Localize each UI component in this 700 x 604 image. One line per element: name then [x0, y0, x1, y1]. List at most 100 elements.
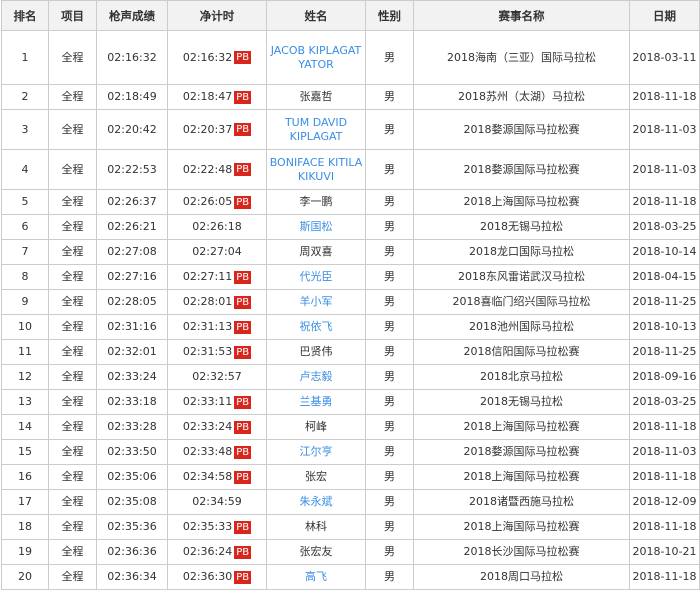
- pb-badge: PB: [234, 445, 252, 459]
- date-cell: 2018-11-18: [629, 414, 700, 440]
- gun-time-cell: 02:36:36: [96, 539, 168, 565]
- name-cell[interactable]: 江尔亨: [266, 439, 366, 465]
- net-time-value: 02:26:18: [192, 220, 242, 233]
- date-cell: 2018-11-03: [629, 439, 700, 465]
- item-cell: 全程: [48, 189, 97, 215]
- date-cell: 2018-04-15: [629, 264, 700, 290]
- name-cell[interactable]: BONIFACE KITILA KIKUVI: [266, 149, 366, 190]
- race-cell: 2018长沙国际马拉松赛: [413, 539, 630, 565]
- item-cell: 全程: [48, 464, 97, 490]
- item-cell: 全程: [48, 414, 97, 440]
- gun-time-cell: 02:35:36: [96, 514, 168, 540]
- name-cell[interactable]: 朱永斌: [266, 489, 366, 515]
- pb-badge: PB: [234, 163, 252, 176]
- name-cell[interactable]: 卢志毅: [266, 364, 366, 390]
- table-row: 15 全程 02:33:50 02:33:48 PB 江尔亨男 2018婺源国际马拉松赛 20…: [1, 439, 700, 465]
- gun-time-cell: 02:27:16: [96, 264, 168, 290]
- net-time-value: 02:27:11: [182, 270, 233, 283]
- net-time-value: 02:34:59: [192, 495, 242, 508]
- header-row: 排名 项目 枪声成绩 净计时 姓名 性别 赛事名称 日期: [1, 0, 700, 31]
- net-time-cell: 02:27:11 PB: [167, 264, 267, 290]
- item-cell: 全程: [48, 439, 97, 465]
- gender-cell: 男: [365, 314, 414, 340]
- name-cell: 柯峰: [266, 414, 366, 440]
- race-cell: 2018上海国际马拉松赛: [413, 414, 630, 440]
- net-time-value: 02:33:48: [182, 445, 233, 458]
- name-cell: 张宏: [266, 464, 366, 490]
- rank-cell: 6: [1, 214, 49, 240]
- rank-cell: 16: [1, 464, 49, 490]
- table-row: 3 全程 02:20:42 02:20:37 PB TUM DAVID KIPLAGAT 男…: [1, 109, 700, 150]
- gender-cell: 男: [365, 389, 414, 415]
- athlete-name-link[interactable]: TUM DAVID KIPLAGAT: [285, 116, 347, 143]
- date-cell: 2018-11-18: [629, 514, 700, 540]
- name-cell[interactable]: 高飞: [266, 564, 366, 590]
- name-cell[interactable]: TUM DAVID KIPLAGAT: [266, 109, 366, 150]
- name-cell[interactable]: 代光臣: [266, 264, 366, 290]
- athlete-name-link[interactable]: 代光臣: [300, 270, 333, 283]
- race-cell: 2018信阳国际马拉松赛: [413, 339, 630, 365]
- athlete-name-link[interactable]: 朱永斌: [300, 495, 333, 508]
- gun-time-cell: 02:20:42: [96, 109, 168, 150]
- table-row: 19 全程 02:36:36 02:36:24 PB 张宏友男 2018长沙国际马拉松赛 20…: [1, 539, 700, 565]
- athlete-name: 林科: [305, 520, 327, 533]
- table-row: 4 全程 02:22:53 02:22:48 PB BONIFACE KITILA KIK…: [1, 149, 700, 190]
- athlete-name-link[interactable]: 高飞: [305, 570, 327, 583]
- name-cell[interactable]: 羊小军: [266, 289, 366, 315]
- athlete-name-link[interactable]: 卢志毅: [300, 370, 333, 383]
- results-table: 排名 项目 枪声成绩 净计时 姓名 性别 赛事名称 日期 1 全程 02:16:32…: [1, 0, 700, 590]
- pb-badge: PB: [234, 295, 252, 309]
- table-row: 6 全程 02:26:21 02:26:18 斯国松 男 2018无锡马拉松 2018-03-…: [1, 214, 700, 240]
- net-time-value: 02:33:11: [182, 395, 233, 408]
- name-cell[interactable]: 祝依飞: [266, 314, 366, 340]
- rank-cell: 15: [1, 439, 49, 465]
- race-cell: 2018苏州（太湖）马拉松: [413, 84, 630, 110]
- net-time-value: 02:28:01: [182, 295, 233, 308]
- rank-cell: 3: [1, 109, 49, 150]
- athlete-name-link[interactable]: 江尔亨: [300, 445, 333, 458]
- pb-badge: PB: [234, 270, 252, 284]
- date-cell: 2018-12-09: [629, 489, 700, 515]
- date-cell: 2018-03-11: [629, 30, 700, 85]
- athlete-name-link[interactable]: 兰基勇: [300, 395, 333, 408]
- pb-badge: PB: [234, 345, 252, 359]
- name-cell: 周双喜: [266, 239, 366, 265]
- gun-time-cell: 02:35:08: [96, 489, 168, 515]
- name-cell[interactable]: JACOB KIPLAGAT YATOR: [266, 30, 366, 85]
- table-row: 20 全程 02:36:34 02:36:30 PB 高飞男 2018周口马拉松 2018-1…: [1, 564, 700, 590]
- net-time-cell: 02:34:58 PB: [167, 464, 267, 490]
- item-cell: 全程: [48, 314, 97, 340]
- athlete-name-link[interactable]: 羊小军: [300, 295, 333, 308]
- rank-cell: 13: [1, 389, 49, 415]
- table-row: 10 全程 02:31:16 02:31:13 PB 祝依飞男 2018池州国际马拉松 201…: [1, 314, 700, 340]
- pb-badge: PB: [234, 123, 252, 136]
- name-cell: 李一鹏: [266, 189, 366, 215]
- rank-cell: 17: [1, 489, 49, 515]
- table-row: 1 全程 02:16:32 02:16:32 PB JACOB KIPLAGAT YATO…: [1, 30, 700, 85]
- gender-cell: 男: [365, 464, 414, 490]
- gun-time-cell: 02:33:18: [96, 389, 168, 415]
- athlete-name-link[interactable]: BONIFACE KITILA KIKUVI: [270, 156, 363, 183]
- header-name: 姓名: [266, 0, 366, 31]
- net-time-cell: 02:33:11 PB: [167, 389, 267, 415]
- header-rank: 排名: [1, 0, 49, 31]
- gun-time-cell: 02:27:08: [96, 239, 168, 265]
- athlete-name-link[interactable]: JACOB KIPLAGAT YATOR: [271, 44, 361, 71]
- gender-cell: 男: [365, 30, 414, 85]
- date-cell: 2018-11-18: [629, 464, 700, 490]
- name-cell[interactable]: 兰基勇: [266, 389, 366, 415]
- gender-cell: 男: [365, 564, 414, 590]
- name-cell: 林科: [266, 514, 366, 540]
- item-cell: 全程: [48, 149, 97, 190]
- net-time-value: 02:32:57: [192, 370, 242, 383]
- gender-cell: 男: [365, 109, 414, 150]
- athlete-name-link[interactable]: 斯国松: [300, 220, 333, 233]
- rank-cell: 11: [1, 339, 49, 365]
- net-time-cell: 02:33:48 PB: [167, 439, 267, 465]
- name-cell[interactable]: 斯国松: [266, 214, 366, 240]
- net-time-value: 02:26:05: [182, 195, 233, 208]
- athlete-name-link[interactable]: 祝依飞: [300, 320, 333, 333]
- gun-time-cell: 02:32:01: [96, 339, 168, 365]
- athlete-name: 周双喜: [299, 245, 333, 258]
- net-time-cell: 02:31:53 PB: [167, 339, 267, 365]
